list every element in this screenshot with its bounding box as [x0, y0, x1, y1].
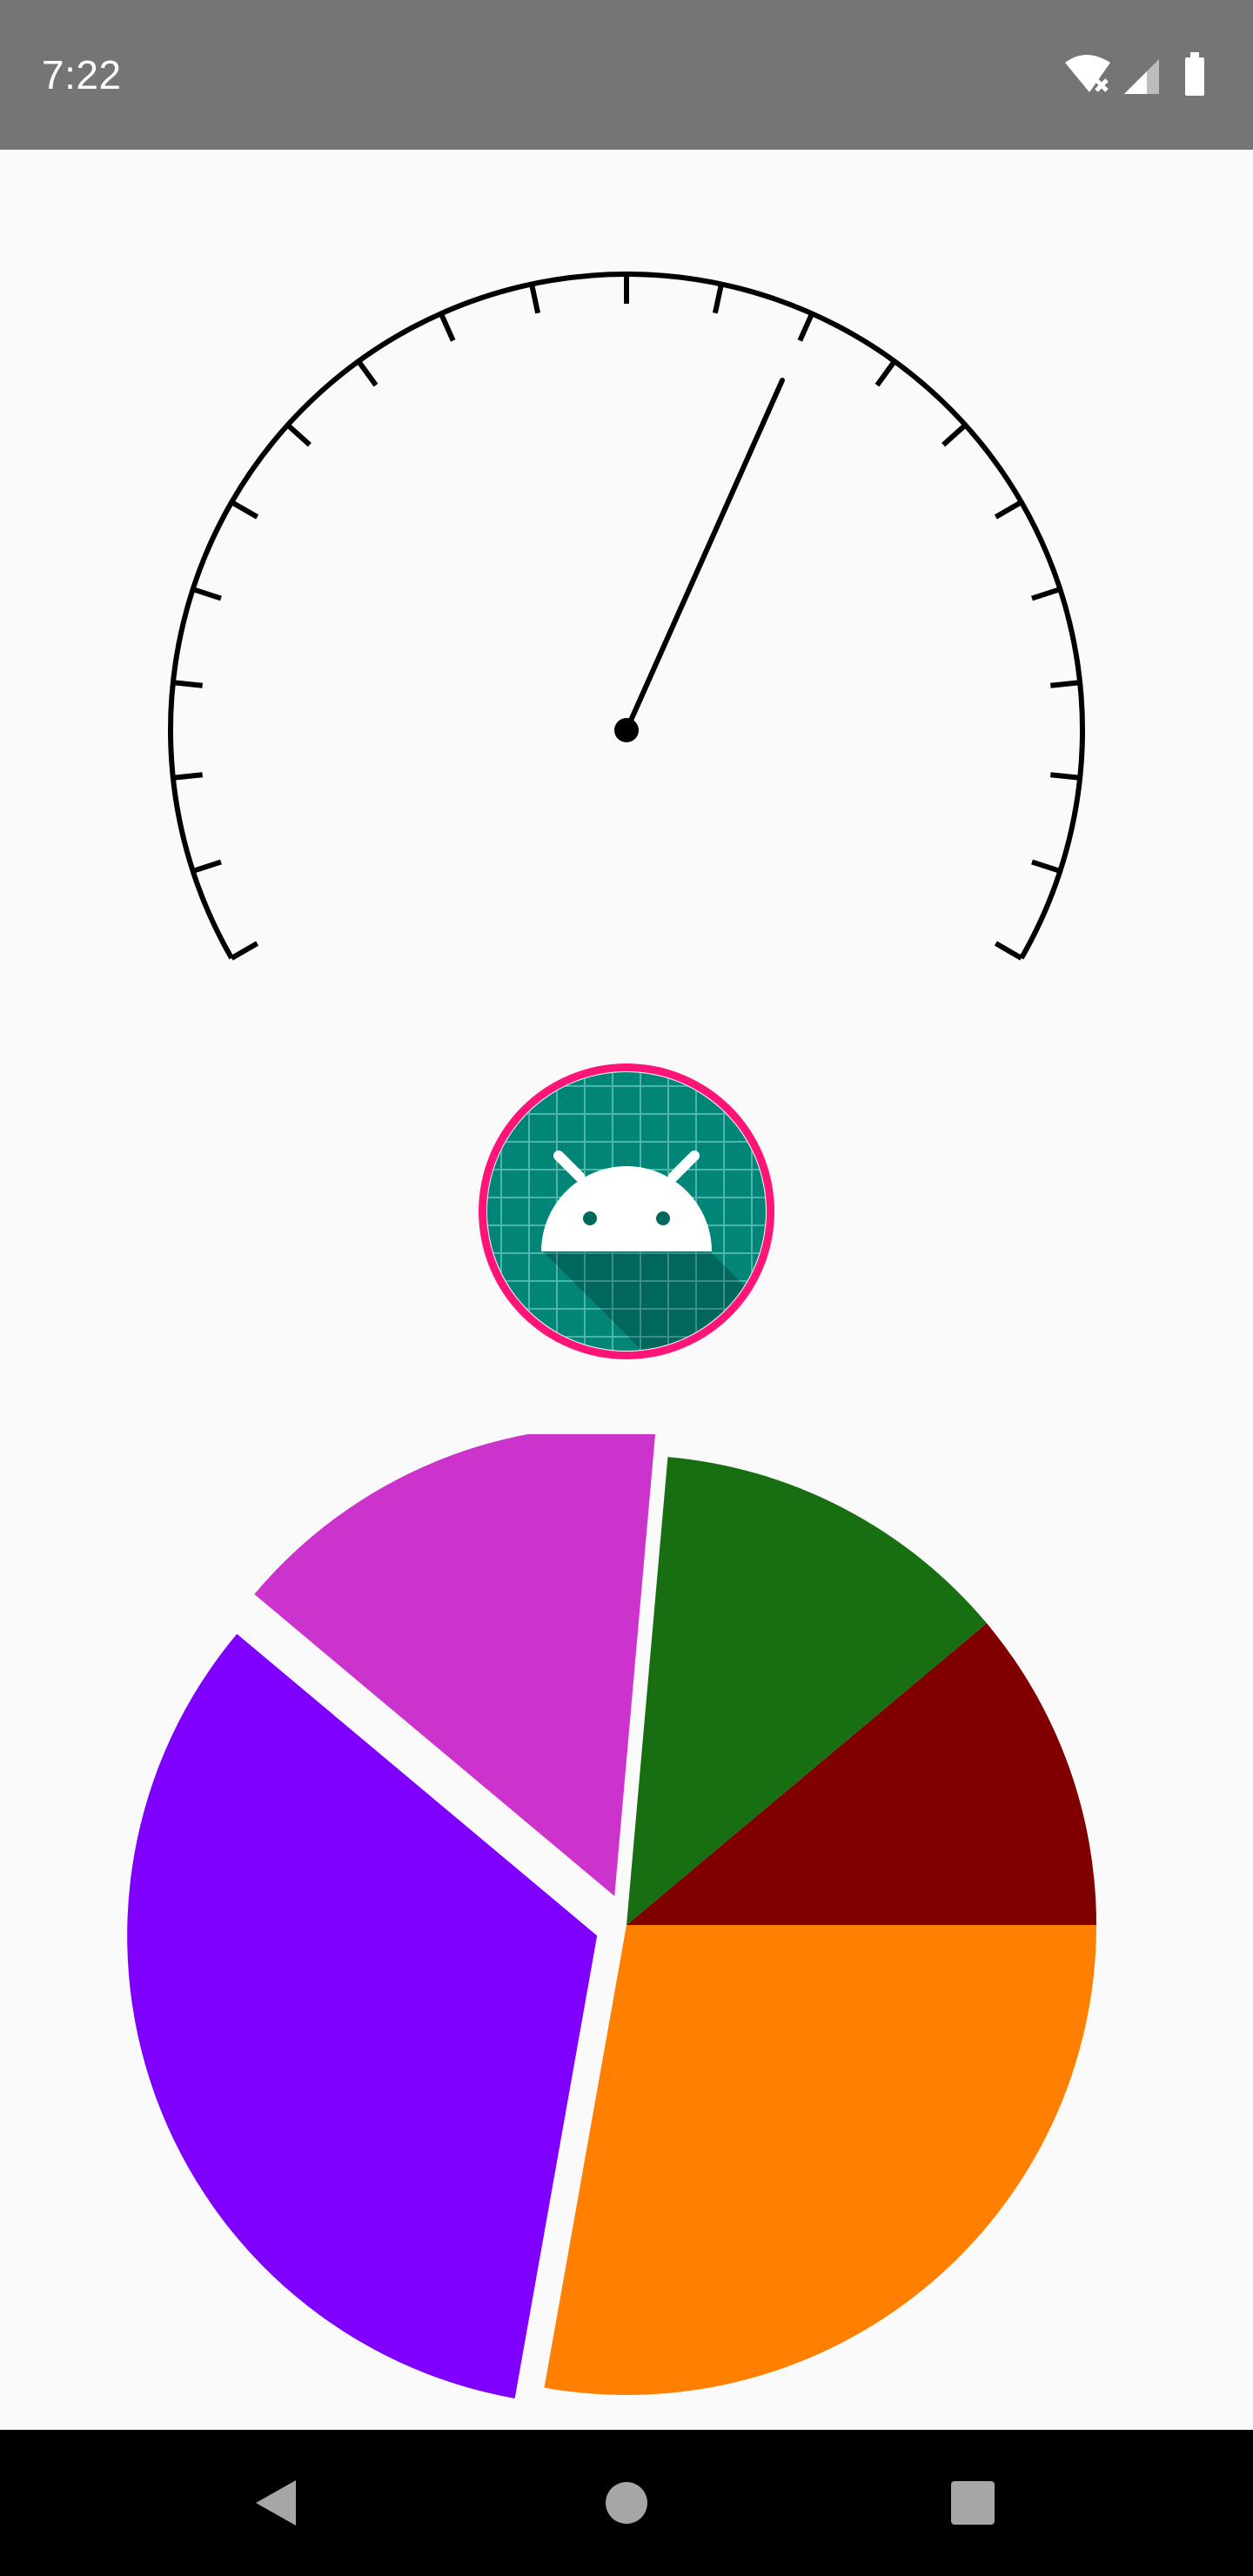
recents-icon	[951, 2481, 995, 2525]
home-button[interactable]	[581, 2458, 672, 2548]
gauge-tick	[712, 283, 724, 314]
pie-slice[interactable]	[544, 1925, 1096, 2395]
home-icon	[606, 2482, 647, 2524]
gauge-tick	[172, 772, 203, 781]
avatar-svg	[479, 1063, 774, 1359]
gauge-tick	[285, 423, 312, 447]
gauge-needle	[624, 378, 785, 733]
gauge-tick	[874, 359, 897, 387]
gauge-tick	[1031, 859, 1062, 874]
gauge-arc	[168, 272, 1085, 960]
gauge-tick	[1050, 680, 1081, 688]
gauge-tick	[191, 859, 222, 874]
gauge-tick	[356, 359, 379, 387]
gauge-tick	[439, 312, 456, 342]
pie-slices	[127, 1434, 1096, 2398]
gauge-tick	[1050, 772, 1081, 781]
wifi-off-icon	[1065, 55, 1110, 92]
screen: 7:22	[0, 0, 1253, 2576]
gauge-tick	[941, 423, 968, 447]
gauge-tick	[191, 587, 222, 601]
gauge-tick	[797, 312, 814, 342]
gauge-tick	[230, 941, 259, 961]
recents-button[interactable]	[928, 2458, 1018, 2548]
gauge-tick	[230, 500, 259, 520]
battery-icon	[1185, 52, 1204, 96]
gauge	[168, 272, 1085, 961]
status-icons-svg	[1065, 52, 1204, 96]
signal-icon	[1124, 59, 1159, 94]
back-button[interactable]	[231, 2458, 322, 2548]
gauge-hub	[614, 718, 639, 742]
pie-chart	[127, 1434, 1096, 2398]
gauge-tick	[994, 941, 1023, 961]
back-icon	[256, 2480, 296, 2526]
navigation-bar	[0, 2430, 1253, 2576]
gauge-tick	[1031, 587, 1062, 601]
gauge-ticks	[172, 274, 1081, 961]
status-time: 7:22	[42, 52, 122, 97]
status-bar: 7:22	[0, 0, 1253, 150]
status-icons	[1063, 50, 1211, 99]
gauge-tick	[994, 500, 1023, 520]
gauge-tick	[529, 283, 541, 314]
avatar[interactable]	[473, 1058, 780, 1365]
android-icon	[541, 1150, 712, 1251]
main-content	[0, 150, 1253, 2430]
gauge-tick	[172, 680, 203, 688]
